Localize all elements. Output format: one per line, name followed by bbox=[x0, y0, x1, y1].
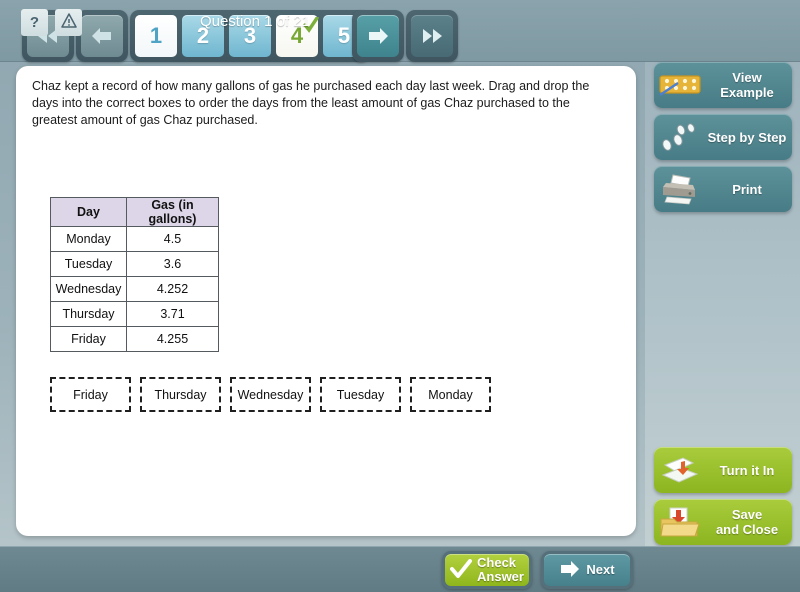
gas-data-table: Day Gas (in gallons) Monday 4.5 Tuesday … bbox=[50, 197, 219, 352]
application-window: 1 2 3 4 5 Chaz kept a record of how many… bbox=[0, 0, 800, 592]
view-example-label: View Example bbox=[720, 70, 774, 100]
table-cell-gas: 3.6 bbox=[126, 251, 219, 277]
table-cell-day: Wednesday bbox=[50, 276, 127, 302]
domino-icon bbox=[654, 72, 706, 98]
step-by-step-label: Step by Step bbox=[707, 129, 787, 145]
footprints-icon bbox=[654, 122, 706, 152]
table-cell-day: Monday bbox=[50, 226, 127, 252]
table-cell-gas: 4.255 bbox=[126, 326, 219, 352]
right-sidebar: View Example Step by Step Print Turn it … bbox=[645, 62, 800, 554]
table-row: Wednesday 4.252 bbox=[50, 276, 219, 302]
table-cell-day: Friday bbox=[50, 326, 127, 352]
print-button[interactable]: Print bbox=[654, 166, 792, 212]
save-folder-icon bbox=[654, 506, 706, 538]
table-row: Thursday 3.71 bbox=[50, 301, 219, 327]
table-row: Tuesday 3.6 bbox=[50, 251, 219, 277]
turn-it-in-label: Turn it In bbox=[719, 462, 775, 478]
check-answer-label: Check Answer bbox=[477, 555, 524, 584]
inbox-tray-icon bbox=[654, 454, 706, 486]
table-row: Friday 4.255 bbox=[50, 326, 219, 352]
checkmark-icon bbox=[450, 558, 473, 582]
next-button[interactable]: Next bbox=[541, 551, 633, 589]
top-navigation-bar: 1 2 3 4 5 bbox=[0, 0, 800, 62]
drop-box-1[interactable]: Friday bbox=[50, 377, 131, 412]
table-cell-day: Thursday bbox=[50, 301, 127, 327]
drop-box-4[interactable]: Tuesday bbox=[320, 377, 401, 412]
bottom-status-bar bbox=[0, 546, 800, 592]
table-row: Monday 4.5 bbox=[50, 226, 219, 252]
table-cell-day: Tuesday bbox=[50, 251, 127, 277]
drop-box-5[interactable]: Monday bbox=[410, 377, 491, 412]
table-cell-gas: 4.252 bbox=[126, 276, 219, 302]
question-counter-label: Question 1 of 21 bbox=[199, 13, 311, 30]
table-header-cell: Gas (in gallons) bbox=[126, 197, 219, 227]
save-and-close-label: Save and Close bbox=[715, 507, 779, 537]
question-prompt-text: Chaz kept a record of how many gallons o… bbox=[32, 79, 590, 127]
printer-icon bbox=[654, 173, 706, 205]
table-cell-gas: 3.71 bbox=[126, 301, 219, 327]
drop-box-2[interactable]: Thursday bbox=[140, 377, 221, 412]
table-header-cell: Day bbox=[50, 197, 127, 227]
view-example-button[interactable]: View Example bbox=[654, 62, 792, 108]
step-by-step-button[interactable]: Step by Step bbox=[654, 114, 792, 160]
check-answer-button[interactable]: Check Answer bbox=[442, 551, 532, 589]
save-and-close-button[interactable]: Save and Close bbox=[654, 499, 792, 545]
table-header-row: Day Gas (in gallons) bbox=[50, 197, 219, 227]
print-label: Print bbox=[732, 181, 762, 197]
table-cell-gas: 4.5 bbox=[126, 226, 219, 252]
question-content-panel: Chaz kept a record of how many gallons o… bbox=[16, 66, 636, 536]
drag-drop-answer-row: Friday Thursday Wednesday Tuesday Monday bbox=[50, 377, 491, 412]
turn-it-in-button[interactable]: Turn it In bbox=[654, 447, 792, 493]
next-label: Next bbox=[586, 562, 615, 577]
drop-box-3[interactable]: Wednesday bbox=[230, 377, 311, 412]
arrow-right-icon bbox=[559, 559, 581, 582]
